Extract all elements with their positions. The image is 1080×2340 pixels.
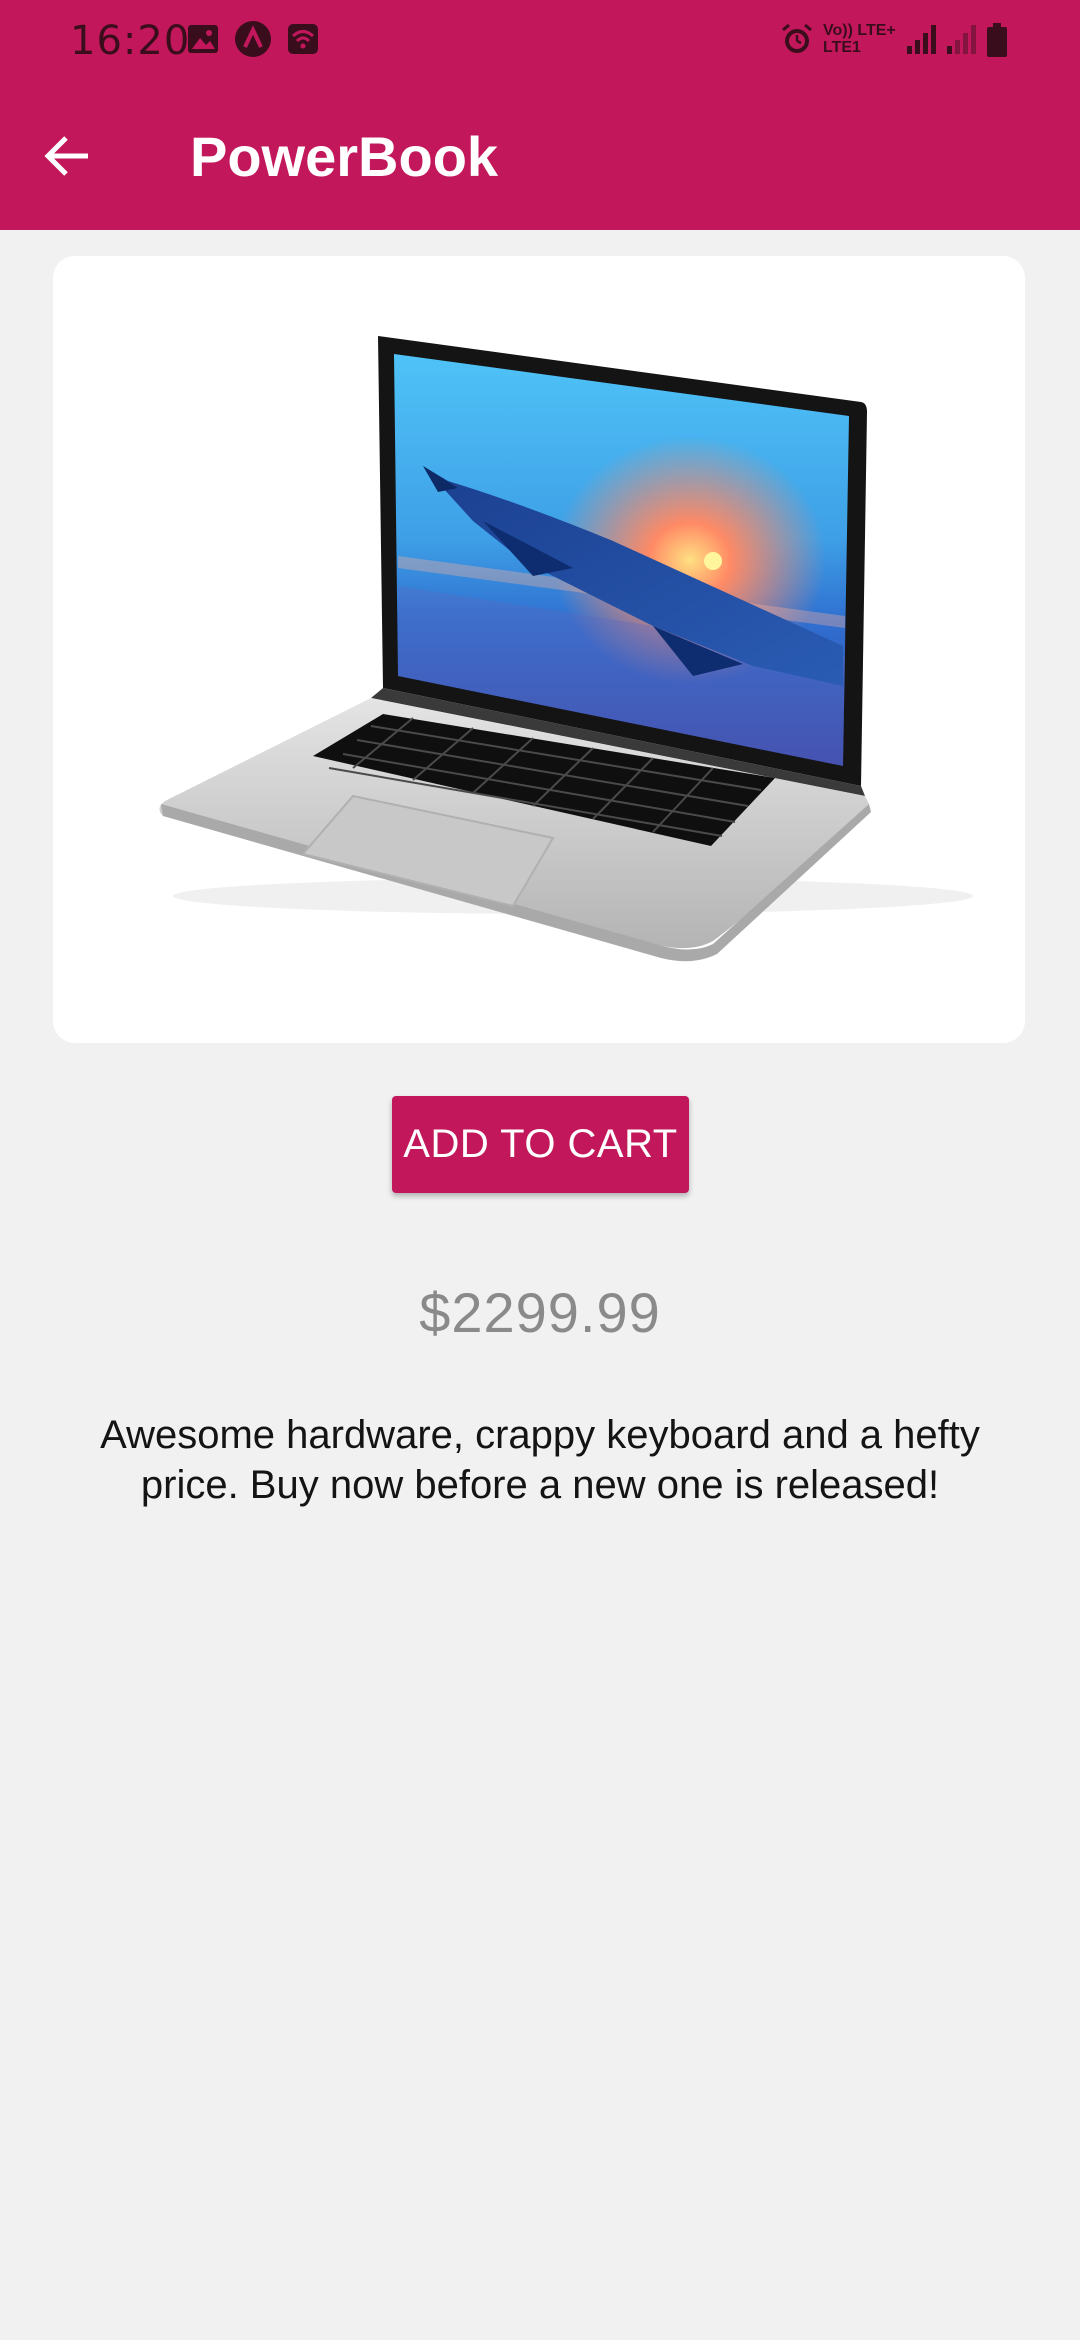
app-bar: 16:20 Vo)) LTE+ LTE1 PowerBook	[0, 0, 1080, 230]
product-price: $2299.99	[419, 1281, 661, 1344]
product-image-card	[53, 256, 1025, 1043]
network-label-2: LTE1	[823, 39, 861, 56]
signal-weak-icon	[945, 22, 981, 61]
battery-icon	[986, 22, 1008, 63]
product-description: Awesome hardware, crappy keyboard and a …	[100, 1413, 980, 1507]
wifi-calling-icon	[286, 22, 320, 61]
toolbar-title: PowerBook	[190, 125, 499, 188]
arrow-back-icon	[44, 136, 88, 176]
status-bar: 16:20 Vo)) LTE+ LTE1	[0, 0, 1080, 82]
signal-icon	[905, 22, 941, 61]
gallery-icon	[186, 22, 220, 61]
status-time: 16:20	[70, 18, 191, 64]
volte-icon: Vo)) LTE+ LTE1	[823, 22, 896, 56]
laptop-image	[159, 336, 973, 962]
back-button[interactable]	[38, 128, 102, 184]
add-to-cart-button[interactable]: ADD TO CART	[392, 1096, 689, 1193]
app-logo-icon	[234, 20, 272, 63]
alarm-icon	[780, 22, 814, 61]
network-label: Vo)) LTE+	[823, 22, 896, 39]
